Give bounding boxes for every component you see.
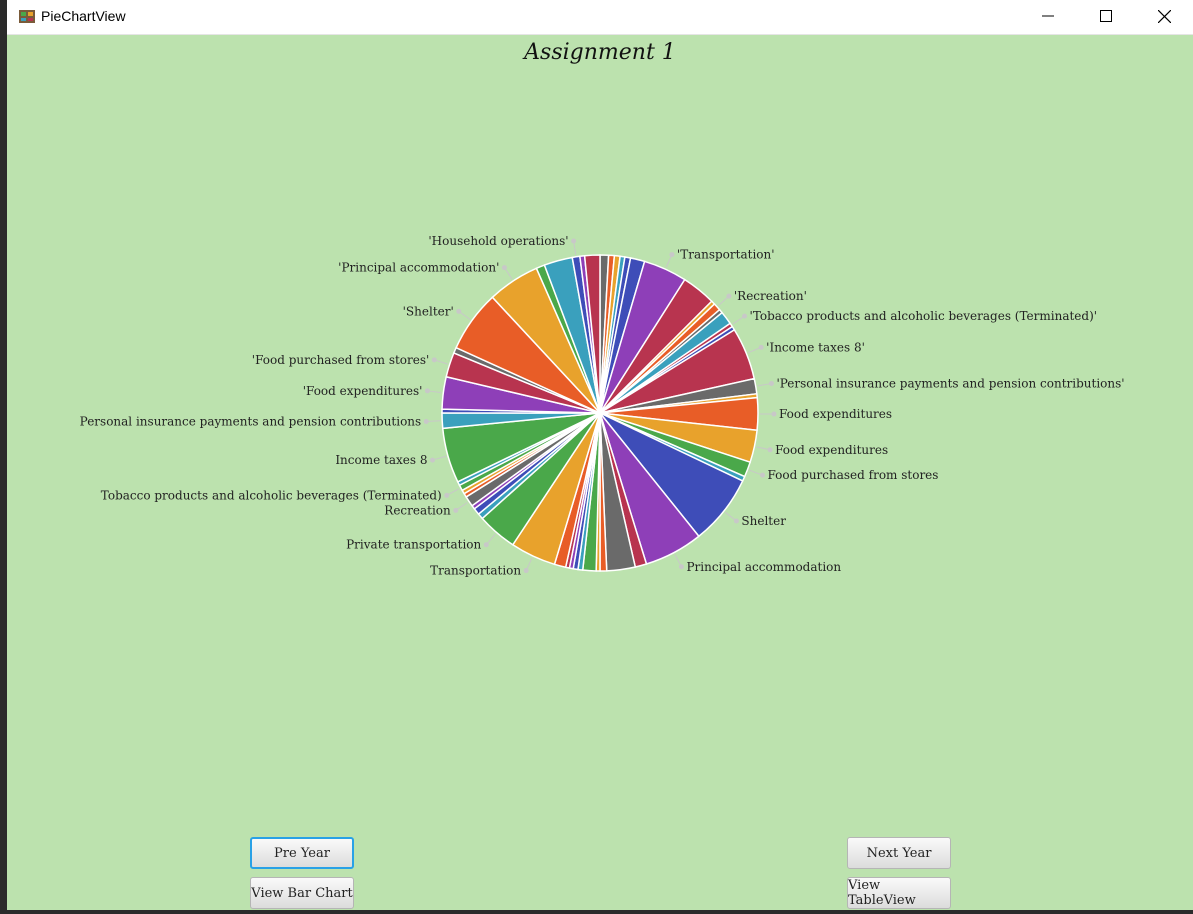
pie-label: 'Personal insurance payments and pension…	[776, 376, 1124, 390]
pie-label-dot	[453, 507, 459, 513]
pie-label: Transportation	[430, 564, 521, 578]
pie-label-dot	[423, 418, 429, 424]
pie-label: 'Principal accommodation'	[338, 261, 499, 275]
background-ide-strip	[0, 0, 7, 914]
pie-label: 'Income taxes 8'	[766, 340, 865, 354]
pre-year-button[interactable]: Pre Year	[250, 837, 354, 869]
pie-label-dot	[742, 313, 748, 319]
pie-label-dot	[678, 564, 684, 570]
view-bar-chart-button[interactable]: View Bar Chart	[250, 877, 354, 909]
pie-label: 'Food purchased from stores'	[252, 353, 430, 367]
pie-label: Food expenditures	[779, 407, 892, 421]
pie-label: 'Recreation'	[734, 289, 807, 303]
pie-label: 'Shelter'	[403, 304, 454, 318]
pie-label-dot	[523, 568, 529, 574]
pie-label: Tobacco products and alcoholic beverages…	[101, 488, 442, 502]
pie-label-dot	[501, 265, 507, 271]
pie-label-dot	[767, 447, 773, 453]
pie-label-dot	[429, 457, 435, 463]
next-year-button[interactable]: Next Year	[847, 837, 951, 869]
pie-label: 'Transportation'	[677, 248, 775, 262]
pie-label: Private transportation	[346, 538, 481, 552]
pie-label: Shelter	[741, 514, 786, 528]
pie-label-dot	[733, 518, 739, 524]
pie-label-dot	[726, 293, 732, 299]
taskbar-edge	[0, 910, 1193, 914]
pie-label-dot	[571, 238, 577, 244]
pie-label: 'Food expenditures'	[303, 384, 423, 398]
pie-label: Income taxes 8	[335, 453, 427, 467]
pie-label-dot	[768, 380, 774, 386]
pie-label: Food expenditures	[775, 443, 888, 457]
pie-label: 'Household operations'	[428, 234, 568, 248]
pie-label-dot	[444, 492, 450, 498]
pie-label-dot	[424, 388, 430, 394]
pie-label: Recreation	[384, 503, 451, 517]
pie-label: Personal insurance payments and pension …	[80, 414, 422, 428]
pie-label-dot	[431, 357, 437, 363]
pie-label: Principal accommodation	[686, 560, 841, 574]
pie-label-dot	[771, 411, 777, 417]
pie-chart: 'Transportation' 'Recreation' 'Tobacco pro…	[80, 234, 1125, 578]
app-window: PieChartView Assignment 1 'Transportatio…	[7, 0, 1193, 910]
view-tableview-button[interactable]: View TableView	[847, 877, 951, 909]
pie-label-dot	[760, 472, 766, 478]
pie-label-dot	[669, 252, 675, 258]
pie-label: Food purchased from stores	[768, 468, 939, 482]
pie-label: 'Tobacco products and alcoholic beverage…	[750, 309, 1098, 323]
pie-label-dot	[758, 344, 764, 350]
pie-label-dot	[456, 308, 462, 314]
pie-label-dot	[483, 542, 489, 548]
